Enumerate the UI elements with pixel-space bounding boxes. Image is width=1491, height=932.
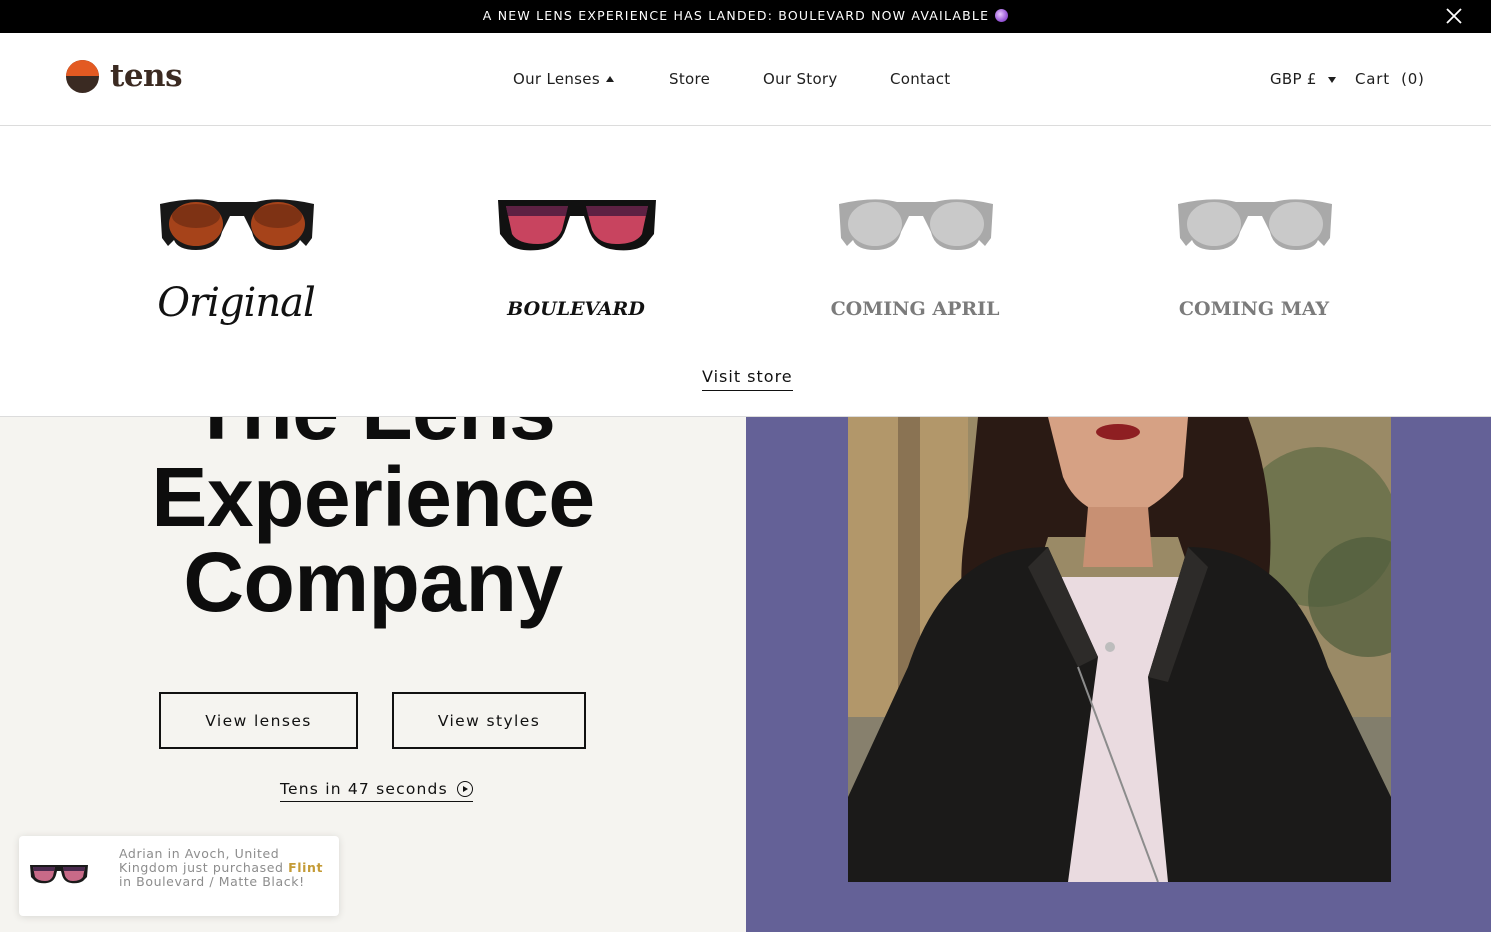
hero-title-line-3: Company [183,535,563,629]
view-lenses-button[interactable]: View lenses [159,692,358,749]
close-icon[interactable] [1445,7,1463,25]
cart-count: (0) [1401,70,1425,88]
play-icon [456,781,473,797]
view-styles-button[interactable]: View styles [392,692,586,749]
hero-title-line-1: The Lens [0,417,746,453]
toast-text-before: Adrian in Avoch, United Kingdom just pur… [119,846,284,875]
announcement-text: A NEW LENS EXPERIENCE HAS LANDED: BOULEV… [482,8,990,23]
hero-photo-illustration [848,417,1391,882]
toast-product-link[interactable]: Flint [288,860,323,875]
sunglasses-thumbnail-icon [30,865,88,884]
nav-our-story[interactable]: Our Story [763,70,838,88]
sunglasses-boulevard-icon [498,200,656,251]
toast-message: Adrian in Avoch, United Kingdom just pur… [119,847,329,889]
hero-image-panel [746,417,1491,932]
lens-label-original: Original [157,280,316,326]
hero-title-line-2: Experience [151,450,595,544]
visit-store-link[interactable]: Visit store [702,367,793,391]
cart-label: Cart [1355,70,1390,88]
nav-store[interactable]: Store [669,70,710,88]
recent-purchase-toast[interactable]: Adrian in Avoch, United Kingdom just pur… [19,836,339,916]
lens-label-coming-april: COMING APRIL [830,298,1000,320]
cart-link[interactable]: Cart (0) [1355,70,1425,88]
caret-down-icon[interactable] [1328,77,1336,83]
lens-card-coming-may[interactable]: COMING MAY [1154,194,1354,334]
announcement-bar: A NEW LENS EXPERIENCE HAS LANDED: BOULEV… [0,0,1491,33]
nav-contact[interactable]: Contact [890,70,950,88]
hero-photo [848,417,1391,882]
lenses-mega-menu: Original BOULEVARD COMING APRIL COMING M… [0,126,1491,417]
site-header: tens Our Lenses Store Our Story Contact … [0,33,1491,126]
currency-selector[interactable]: GBP £ [1270,70,1317,88]
announcement-text-wrap: A NEW LENS EXPERIENCE HAS LANDED: BOULEV… [0,8,1491,23]
lens-label-boulevard: BOULEVARD [507,298,645,320]
lens-label-coming-may: COMING MAY [1178,298,1330,320]
nav-our-lenses[interactable]: Our Lenses [513,70,614,88]
lens-card-original[interactable]: Original [136,194,336,334]
sunglasses-placeholder-icon [839,199,993,250]
crystal-ball-icon [995,9,1009,22]
video-link[interactable]: Tens in 47 seconds [280,780,473,802]
video-link-label: Tens in 47 seconds [280,780,448,798]
sunglasses-placeholder-icon [1178,199,1332,250]
logo[interactable]: tens [66,56,183,96]
logo-text: tens [110,58,183,94]
logo-mark-icon [66,59,99,93]
lens-card-boulevard[interactable]: BOULEVARD [476,194,676,334]
lens-card-coming-april[interactable]: COMING APRIL [815,194,1015,334]
sunglasses-original-icon [160,199,314,250]
toast-text-after: in Boulevard / Matte Black! [119,874,305,889]
chevron-up-icon [605,76,614,82]
nav-our-lenses-label: Our Lenses [513,70,600,88]
